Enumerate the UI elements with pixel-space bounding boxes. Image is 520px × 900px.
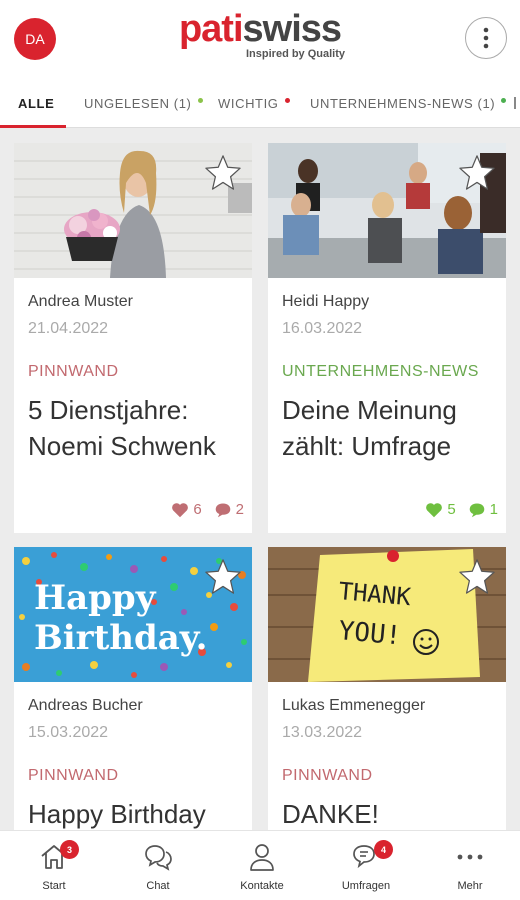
post-title: DANKE!	[282, 799, 379, 829]
post-category: PINNWAND	[28, 363, 119, 380]
logo-tagline: Inspired by Quality	[246, 48, 346, 60]
person-icon	[250, 844, 274, 871]
post-date: 13.03.2022	[282, 724, 363, 741]
favorite-star-icon[interactable]	[458, 557, 496, 595]
heart-icon	[426, 502, 443, 517]
post-category: UNTERNEHMENS-NEWS	[282, 363, 479, 380]
bottom-navigation: 3 Start Chat Kontakte 4 Umfragen Mehr	[0, 830, 520, 900]
tab-unternehmens-news[interactable]: UNTERNEHMENS-NEWS (1)	[310, 78, 507, 127]
active-tab-indicator	[0, 125, 66, 128]
likes-count[interactable]: 6	[171, 501, 202, 518]
post-category: PINNWAND	[28, 767, 119, 784]
filter-tabs: ALLE UNGELESEN (1) WICHTIG UNTERNEHMENS-…	[0, 78, 520, 128]
unread-dot	[197, 97, 203, 103]
tab-ungelesen[interactable]: UNGELESEN (1)	[84, 78, 203, 127]
post-author: Andreas Bucher	[28, 697, 143, 714]
comments-count[interactable]: 1	[468, 501, 498, 518]
tab-alle[interactable]: ALLE	[18, 78, 54, 127]
logo-text-pati: pati	[178, 8, 244, 50]
comment-bubble-icon	[469, 502, 484, 517]
notification-badge: 3	[60, 840, 79, 859]
patiswiss-logo: patiswiss Inspired by Quality	[160, 8, 360, 60]
post-stats: 6 2	[159, 501, 244, 518]
woman-with-flowers-photo	[14, 143, 252, 278]
nav-mehr[interactable]: Mehr	[418, 831, 520, 900]
post-card[interactable]: Happy Birthday. Andreas Bucher 15.03.202…	[14, 547, 252, 837]
post-author: Heidi Happy	[282, 293, 370, 310]
app-header: DA patiswiss Inspired by Quality	[0, 0, 520, 78]
post-title: Happy Birthday	[28, 799, 206, 829]
notification-badge: 4	[374, 840, 393, 859]
nav-kontakte[interactable]: Kontakte	[210, 831, 314, 900]
office-meeting-photo	[268, 143, 506, 278]
important-dot	[284, 97, 290, 103]
post-date: 15.03.2022	[28, 724, 109, 741]
post-author: Andrea Muster	[28, 293, 133, 310]
chat-bubbles-icon	[145, 845, 172, 871]
tab-wichtig[interactable]: WICHTIG	[218, 78, 290, 127]
post-card[interactable]: Heidi Happy 16.03.2022 UNTERNEHMENS-NEWS…	[268, 143, 506, 533]
post-stats: 5 1	[413, 501, 498, 518]
post-date: 16.03.2022	[282, 320, 363, 337]
post-title: 5 Dienstjahre: Noemi Schwenk	[28, 395, 216, 461]
horizontal-ellipsis-icon	[457, 854, 483, 860]
vertical-ellipsis-icon	[483, 27, 489, 49]
user-avatar[interactable]: DA	[14, 18, 56, 60]
post-card[interactable]: Andrea Muster 21.04.2022 PINNWAND 5 Dien…	[14, 143, 252, 533]
favorite-star-icon[interactable]	[204, 153, 242, 191]
logo-text-swiss: swiss	[242, 8, 343, 50]
heart-icon	[172, 502, 189, 517]
favorite-star-icon[interactable]	[458, 153, 496, 191]
image-caption-happy: Happy	[34, 578, 157, 618]
news-dot	[501, 97, 507, 103]
post-date: 21.04.2022	[28, 320, 109, 337]
post-title: Deine Meinung zählt: Umfrage	[282, 395, 457, 461]
post-author: Lukas Emmenegger	[282, 697, 426, 714]
more-options-button[interactable]	[465, 17, 507, 59]
likes-count[interactable]: 5	[425, 501, 456, 518]
comment-bubble-icon	[215, 502, 230, 517]
post-card[interactable]: THANK YOU! Lukas Emmenegger 13.03.2022 P…	[268, 547, 506, 837]
happy-birthday-confetti-image: Happy Birthday.	[14, 547, 252, 682]
comments-count[interactable]: 2	[214, 501, 244, 518]
image-caption-birthday: Birthday.	[34, 618, 208, 658]
nav-start[interactable]: 3 Start	[2, 831, 106, 900]
post-category: PINNWAND	[282, 767, 373, 784]
favorite-star-icon[interactable]	[204, 557, 242, 595]
nav-chat[interactable]: Chat	[106, 831, 210, 900]
thank-you-sticky-note-image: THANK YOU!	[268, 547, 506, 682]
image-caption-you: YOU!	[337, 616, 402, 651]
nav-umfragen[interactable]: 4 Umfragen	[314, 831, 418, 900]
tab-overflow-hint	[514, 97, 520, 109]
